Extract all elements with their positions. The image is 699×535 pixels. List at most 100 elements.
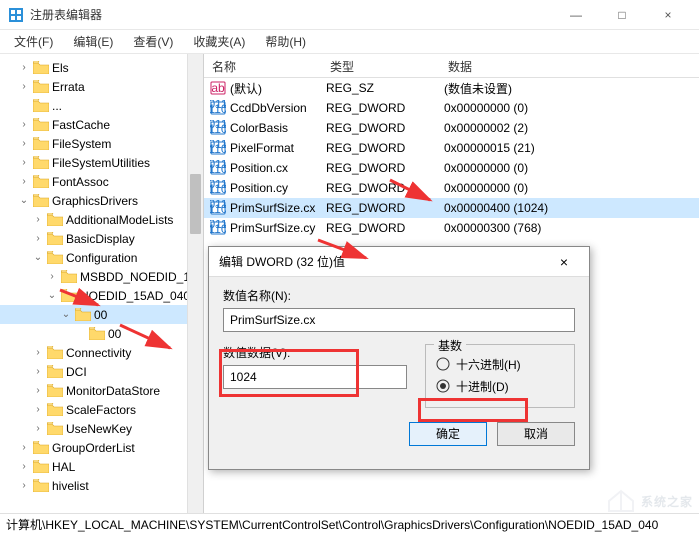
list-row[interactable]: 011110PrimSurfSize.cxREG_DWORD0x00000400…: [204, 198, 699, 218]
tree-item[interactable]: › BasicDisplay: [0, 229, 203, 248]
tree-item[interactable]: ›FastCache: [0, 115, 203, 134]
value-data: 0x00000000 (0): [440, 101, 699, 115]
tree-item[interactable]: ⌄Configuration: [0, 248, 203, 267]
menu-edit[interactable]: 编辑(E): [65, 31, 121, 52]
menu-file[interactable]: 文件(F): [6, 31, 61, 52]
tree-item[interactable]: ›Els: [0, 58, 203, 77]
list-row[interactable]: 011110PixelFormatREG_DWORD0x00000015 (21…: [204, 138, 699, 158]
tree-label: 00: [108, 327, 121, 341]
tree-toggle-icon[interactable]: ›: [18, 119, 30, 130]
tree-item[interactable]: › GroupOrderList: [0, 438, 203, 457]
tree-label: AdditionalModeLists: [66, 213, 173, 227]
tree-toggle-icon[interactable]: ›: [32, 385, 44, 396]
radio-checked-icon: [436, 379, 450, 393]
tree-label: FontAssoc: [52, 175, 109, 189]
value-data: 0x00000000 (0): [440, 161, 699, 175]
list-row[interactable]: 011110ColorBasisREG_DWORD0x00000002 (2): [204, 118, 699, 138]
list-row[interactable]: 011110PrimSurfSize.cyREG_DWORD0x00000300…: [204, 218, 699, 238]
value-name: PixelFormat: [230, 141, 294, 155]
col-type[interactable]: 类型: [322, 54, 440, 77]
tree-item[interactable]: ⌄NOEDID_15AD_040: [0, 286, 203, 305]
tree-item[interactable]: › FontAssoc: [0, 172, 203, 191]
scrollbar-thumb[interactable]: [190, 174, 201, 234]
tree-toggle-icon[interactable]: ›: [32, 366, 44, 377]
minimize-button[interactable]: —: [553, 0, 599, 30]
tree-toggle-icon[interactable]: ›: [32, 347, 44, 358]
tree-toggle-icon[interactable]: ›: [18, 480, 30, 491]
value-data-input[interactable]: [223, 365, 407, 389]
tree-item[interactable]: › UseNewKey: [0, 419, 203, 438]
tree-label: BasicDisplay: [66, 232, 135, 246]
maximize-button[interactable]: □: [599, 0, 645, 30]
tree-item[interactable]: ⌄ GraphicsDrivers: [0, 191, 203, 210]
tree-label: FileSystemUtilities: [52, 156, 150, 170]
tree-toggle-icon[interactable]: ›: [18, 138, 30, 149]
tree-toggle-icon[interactable]: ›: [32, 233, 44, 244]
tree-item[interactable]: › FileSystem: [0, 134, 203, 153]
tree-item[interactable]: ⌄00: [0, 305, 203, 324]
tree-scrollbar[interactable]: [187, 54, 203, 513]
tree-item[interactable]: › FileSystemUtilities: [0, 153, 203, 172]
tree-label: GraphicsDrivers: [52, 194, 138, 208]
list-body: ab(默认)REG_SZ(数值未设置)011110CcdDbVersionREG…: [204, 78, 699, 238]
tree-toggle-icon[interactable]: ›: [32, 404, 44, 415]
tree-toggle-icon[interactable]: ›: [32, 214, 44, 225]
regedit-icon: [8, 7, 24, 23]
menu-favorites[interactable]: 收藏夹(A): [185, 31, 253, 52]
tree-toggle-icon[interactable]: ›: [18, 442, 30, 453]
value-data: 0x00000015 (21): [440, 141, 699, 155]
close-button[interactable]: ×: [645, 0, 691, 30]
tree-toggle-icon[interactable]: ›: [46, 271, 58, 282]
tree-label: UseNewKey: [66, 422, 132, 436]
tree-toggle-icon[interactable]: ⌄: [18, 195, 30, 206]
tree-item[interactable]: ›MonitorDataStore: [0, 381, 203, 400]
tree-label: ...: [52, 99, 62, 113]
tree-pane[interactable]: ›Els›Errata...›FastCache›FileSystem›File…: [0, 54, 204, 513]
tree-toggle-icon[interactable]: ⌄: [46, 290, 58, 301]
tree-toggle-icon[interactable]: ›: [18, 461, 30, 472]
cancel-button[interactable]: 取消: [497, 422, 575, 446]
dialog-titlebar[interactable]: 编辑 DWORD (32 位)值 ×: [209, 247, 589, 277]
value-data: 0x00000300 (768): [440, 221, 699, 235]
tree-label: GroupOrderList: [52, 441, 135, 455]
radio-hex[interactable]: 十六进制(H): [436, 353, 564, 375]
list-row[interactable]: 011110CcdDbVersionREG_DWORD0x00000000 (0…: [204, 98, 699, 118]
list-row[interactable]: 011110Position.cxREG_DWORD0x00000000 (0): [204, 158, 699, 178]
dialog-close-button[interactable]: ×: [549, 254, 579, 270]
tree-item[interactable]: ›hivelist: [0, 476, 203, 495]
tree-toggle-icon[interactable]: ›: [18, 157, 30, 168]
edit-dword-dialog: 编辑 DWORD (32 位)值 × 数值名称(N): 数值数据(V): 基数 …: [208, 246, 590, 470]
tree-item[interactable]: ›Connectivity: [0, 343, 203, 362]
tree-item[interactable]: ›ScaleFactors: [0, 400, 203, 419]
tree-toggle-icon[interactable]: ›: [18, 62, 30, 73]
value-name: Position.cy: [230, 181, 288, 195]
tree-item[interactable]: ...: [0, 96, 203, 115]
value-type: REG_DWORD: [322, 181, 440, 195]
menu-view[interactable]: 查看(V): [125, 31, 181, 52]
value-type: REG_DWORD: [322, 101, 440, 115]
tree-item[interactable]: ›DCI: [0, 362, 203, 381]
tree-item[interactable]: 00: [0, 324, 203, 343]
tree-toggle-icon[interactable]: ⌄: [32, 252, 44, 263]
tree-item[interactable]: › AdditionalModeLists: [0, 210, 203, 229]
tree-toggle-icon[interactable]: ›: [18, 81, 30, 92]
value-name-input[interactable]: [223, 308, 575, 332]
tree-toggle-icon[interactable]: ›: [32, 423, 44, 434]
radio-unchecked-icon: [436, 357, 450, 371]
col-name[interactable]: 名称: [204, 54, 322, 77]
list-row[interactable]: 011110Position.cyREG_DWORD0x00000000 (0): [204, 178, 699, 198]
watermark: 系统之家: [607, 489, 693, 513]
tree-label: FileSystem: [52, 137, 111, 151]
radio-dec[interactable]: 十进制(D): [436, 375, 564, 397]
tree-item[interactable]: ›Errata: [0, 77, 203, 96]
menu-help[interactable]: 帮助(H): [257, 31, 314, 52]
col-data[interactable]: 数据: [440, 54, 699, 77]
ok-button[interactable]: 确定: [409, 422, 487, 446]
value-type: REG_DWORD: [322, 221, 440, 235]
tree-item[interactable]: ›MSBDD_NOEDID_1: [0, 267, 203, 286]
tree-toggle-icon[interactable]: ⌄: [60, 309, 72, 320]
svg-text:110: 110: [210, 142, 226, 156]
tree-item[interactable]: ›HAL: [0, 457, 203, 476]
list-row[interactable]: ab(默认)REG_SZ(数值未设置): [204, 78, 699, 98]
tree-toggle-icon[interactable]: ›: [18, 176, 30, 187]
